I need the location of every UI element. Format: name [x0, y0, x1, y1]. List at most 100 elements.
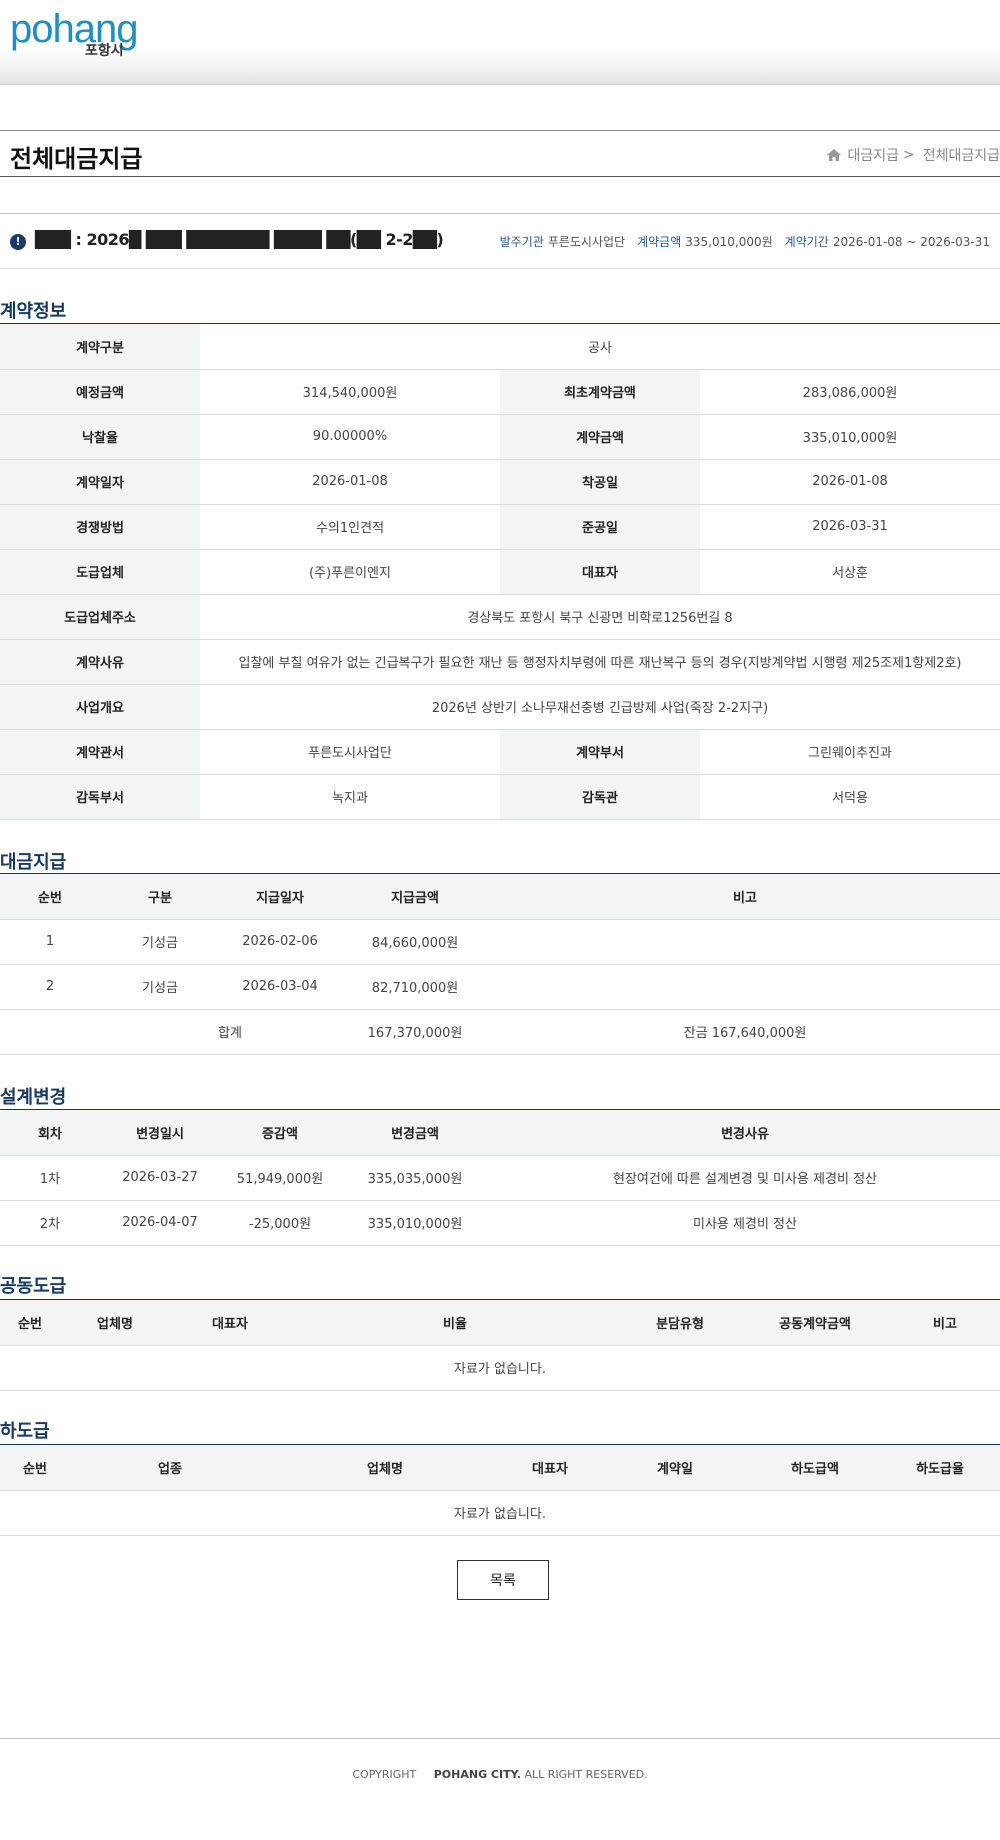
- info-label: 계약금액: [500, 414, 700, 460]
- info-value: 그린웨이추진과: [700, 729, 1000, 775]
- info-row: 계약사유 입찰에 부칠 여유가 없는 긴급복구가 필요한 재난 등 행정자치부령…: [0, 639, 1000, 685]
- info-label: 계약일자: [0, 459, 200, 505]
- info-value: 입찰에 부칠 여유가 없는 긴급복구가 필요한 재난 등 행정자치부령에 따른 …: [200, 639, 1000, 685]
- table-header-row: 순번 구분 지급일자 지급금액 비고: [0, 874, 1000, 920]
- breadcrumb-item-current: 전체대금지급: [922, 148, 1000, 164]
- table-row: 1 기성금 2026-02-06 84,660,000원: [0, 919, 1000, 965]
- column-header: 순번: [0, 874, 100, 920]
- column-header: 순번: [0, 1300, 60, 1346]
- table-cell: 기성금: [100, 919, 220, 965]
- info-label: 낙찰율: [0, 414, 200, 460]
- title-bar: 전체대금지급 대금지급 > 전체대금지급: [0, 130, 1000, 177]
- info-label: 최초계약금액: [500, 369, 700, 415]
- empty-row: 자료가 없습니다.: [0, 1490, 1000, 1536]
- info-label: 사업개요: [0, 684, 200, 730]
- column-header: 대표자: [170, 1300, 290, 1346]
- info-value: 2026-01-08: [200, 459, 500, 505]
- info-value: 서상훈: [700, 549, 1000, 595]
- contract-summary: ! ███ : 2026█ ███ ███████ ████ ██(██ 2-2…: [0, 213, 1000, 269]
- total-label: 합계: [0, 1009, 340, 1055]
- table-cell: 2026-03-04: [220, 964, 340, 1010]
- table-cell: 2026-03-27: [100, 1155, 220, 1201]
- site-header: pohang 포항시: [0, 0, 1000, 85]
- info-label: 계약부서: [500, 729, 700, 775]
- contract-meta: 발주기관 푸른도시사업단 계약금액 335,010,000원 계약기간 2026-01…: [500, 233, 990, 250]
- info-row: 계약일자 2026-01-08 착공일 2026-01-08: [0, 459, 1000, 505]
- table-cell: 2026-02-06: [220, 919, 340, 965]
- payments-table: 순번 구분 지급일자 지급금액 비고 1 기성금 2026-02-06 84,6…: [0, 874, 1000, 1055]
- column-header: 하도급액: [750, 1445, 880, 1491]
- breadcrumb-item-payment[interactable]: 대금지급: [847, 145, 899, 165]
- info-value: 2026-03-31: [700, 504, 1000, 550]
- total-balance: 잔금 167,640,000원: [490, 1009, 1000, 1055]
- column-header: 하도급율: [880, 1445, 1000, 1491]
- column-header: 변경금액: [340, 1110, 490, 1156]
- info-value: 335,010,000원: [700, 414, 1000, 460]
- home-icon[interactable]: [827, 149, 842, 161]
- info-icon: !: [10, 234, 26, 250]
- table-row: 1차 2026-03-27 51,949,000원 335,035,000원 현…: [0, 1155, 1000, 1201]
- column-header: 업종: [70, 1445, 270, 1491]
- info-label: 계약관서: [0, 729, 200, 775]
- meta-period: 계약기간 2026-01-08 ~ 2026-03-31: [784, 235, 990, 249]
- info-label: 도급업체: [0, 549, 200, 595]
- info-value: 314,540,000원: [200, 369, 500, 415]
- column-header: 공동계약금액: [740, 1300, 890, 1346]
- section-title-design-changes: 설계변경: [0, 1087, 67, 1108]
- info-label: 계약구분: [0, 324, 200, 370]
- table-header-row: 순번 업종 업체명 대표자 계약일 하도급액 하도급율: [0, 1445, 1000, 1491]
- table-cell: 1차: [0, 1155, 100, 1201]
- column-header: 회차: [0, 1110, 100, 1156]
- table-cell: 1: [0, 919, 100, 965]
- column-header: 업체명: [270, 1445, 500, 1491]
- empty-message: 자료가 없습니다.: [0, 1490, 1000, 1536]
- column-header: 증감액: [220, 1110, 340, 1156]
- column-header: 변경일시: [100, 1110, 220, 1156]
- info-row: 예정금액 314,540,000원 최초계약금액 283,086,000원: [0, 369, 1000, 415]
- contract-name: ███ : 2026█ ███ ███████ ████ ██(██ 2-2██…: [35, 230, 444, 249]
- table-header-row: 순번 업체명 대표자 비율 분담유형 공동계약금액 비고: [0, 1300, 1000, 1346]
- info-row: 도급업체 (주)푸른이엔지 대표자 서상훈: [0, 549, 1000, 595]
- info-value: 수의1인견적: [200, 504, 500, 550]
- empty-row: 자료가 없습니다.: [0, 1345, 1000, 1391]
- table-row: 2차 2026-04-07 -25,000원 335,010,000원 미사용 …: [0, 1200, 1000, 1246]
- info-label: 대표자: [500, 549, 700, 595]
- section-title-subcontract: 하도급: [0, 1421, 50, 1442]
- section-title-payments: 대금지급: [0, 852, 67, 873]
- column-header: 비율: [290, 1300, 620, 1346]
- table-cell: 기성금: [100, 964, 220, 1010]
- info-label: 경쟁방법: [0, 504, 200, 550]
- table-cell: 82,710,000원: [340, 964, 490, 1010]
- meta-amount: 계약금액 335,010,000원: [637, 235, 773, 249]
- info-value: 공사: [200, 324, 1000, 370]
- info-value: 녹지과: [200, 774, 500, 820]
- breadcrumb-separator: >: [902, 147, 915, 163]
- column-header: 계약일: [600, 1445, 750, 1491]
- info-label: 예정금액: [0, 369, 200, 415]
- info-value: 90.00000%: [200, 414, 500, 460]
- info-row: 사업개요 2026년 상반기 소나무재선충병 긴급방제 사업(죽장 2-2지구): [0, 684, 1000, 730]
- column-header: 대표자: [500, 1445, 600, 1491]
- list-button[interactable]: 목록: [457, 1560, 549, 1600]
- table-cell: 2차: [0, 1200, 100, 1246]
- info-label: 준공일: [500, 504, 700, 550]
- table-cell: 현장여건에 따른 설계변경 및 미사용 제경비 정산: [490, 1155, 1000, 1201]
- table-cell: 51,949,000원: [220, 1155, 340, 1201]
- section-title-contract-info: 계약정보: [0, 301, 67, 322]
- column-header: 구분: [100, 874, 220, 920]
- info-label: 감독관: [500, 774, 700, 820]
- page-title: 전체대금지급: [10, 145, 143, 173]
- column-header: 지급일자: [220, 874, 340, 920]
- info-value: 푸른도시사업단: [200, 729, 500, 775]
- info-row: 낙찰율 90.00000% 계약금액 335,010,000원: [0, 414, 1000, 460]
- design-changes-table: 회차 변경일시 증감액 변경금액 변경사유 1차 2026-03-27 51,9…: [0, 1110, 1000, 1246]
- empty-message: 자료가 없습니다.: [0, 1345, 1000, 1391]
- table-cell: 335,035,000원: [340, 1155, 490, 1201]
- table-cell: [490, 919, 1000, 965]
- column-header: 지급금액: [340, 874, 490, 920]
- info-row: 경쟁방법 수의1인견적 준공일 2026-03-31: [0, 504, 1000, 550]
- pohang-logo[interactable]: pohang 포항시: [10, 8, 152, 59]
- table-cell: 2: [0, 964, 100, 1010]
- total-row: 합계 167,370,000원 잔금 167,640,000원: [0, 1009, 1000, 1055]
- info-label: 감독부서: [0, 774, 200, 820]
